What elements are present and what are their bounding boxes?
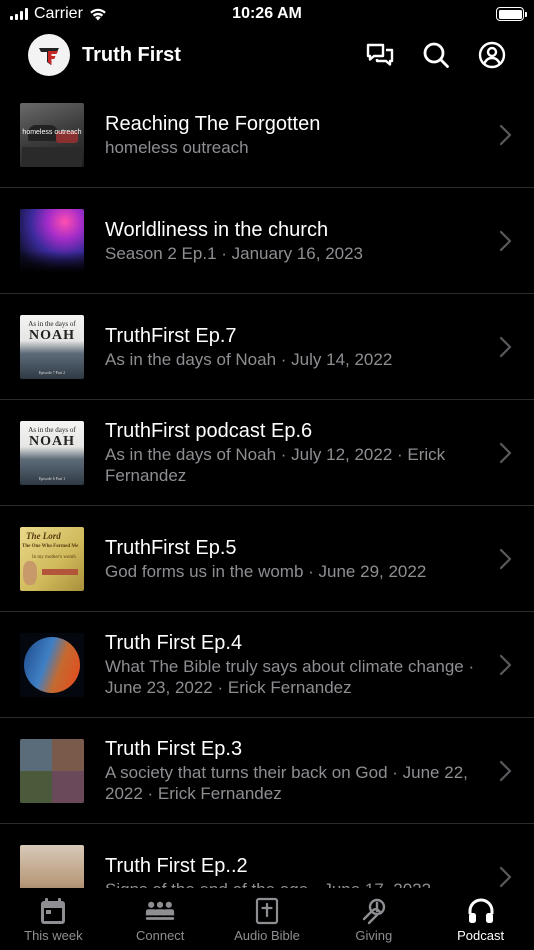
episode-subtitle: A society that turns their back on God ·…: [105, 763, 468, 803]
search-icon: [423, 42, 449, 68]
chevron-right-icon: [499, 124, 512, 145]
episode-thumbnail: homeless outreach: [20, 102, 84, 167]
episode-title: TruthFirst Ep.7: [105, 324, 237, 347]
tab-label: Podcast: [457, 928, 505, 943]
episode-row[interactable]: Truth First Ep..2 Signs of the end of th…: [0, 824, 534, 888]
episode-subtitle: Signs of the end of the age · June 17, 2…: [105, 879, 480, 889]
episode-title: Worldliness in the church: [105, 218, 329, 241]
people-icon: [146, 901, 175, 920]
app-logo[interactable]: [28, 34, 70, 76]
episode-subtitle: As in the days of Noah · July 12, 2022 ·…: [105, 445, 446, 485]
chat-button[interactable]: [366, 41, 394, 69]
status-bar: Carrier 10:26 AM: [0, 0, 534, 28]
episode-text: TruthFirst Ep.7 As in the days of Noah ·…: [105, 324, 480, 370]
battery-icon: [496, 7, 527, 21]
episode-thumbnail: [20, 632, 84, 697]
wifi-icon: [90, 8, 106, 21]
account-icon: [478, 41, 506, 69]
episode-title: Truth First Ep..2: [105, 854, 248, 877]
episode-subtitle: God forms us in the womb · June 29, 2022: [105, 561, 427, 581]
thumbnail-line: NOAH: [29, 433, 75, 449]
episode-row[interactable]: homeless outreach Reaching The Forgotten…: [0, 82, 534, 188]
episode-title: Reaching The Forgotten: [105, 112, 321, 135]
tab-label: Audio Bible: [234, 928, 300, 943]
episode-text: TruthFirst Ep.5 God forms us in the womb…: [105, 536, 480, 582]
episode-title: TruthFirst Ep.5: [105, 536, 237, 559]
tab-audio-bible[interactable]: Audio Bible: [214, 888, 321, 950]
carrier-label: Carrier: [34, 5, 83, 22]
bible-icon: [255, 897, 279, 925]
signal-icon: [10, 8, 28, 20]
tab-label: Connect: [135, 928, 185, 943]
episode-text: TruthFirst podcast Ep.6 As in the days o…: [105, 419, 480, 486]
thumbnail-line: Episode 6 Part 1: [38, 475, 66, 481]
thumbnail-line: In my mother's womb: [32, 554, 76, 560]
thumbnail-line: The Lord: [26, 530, 61, 541]
episode-title: Truth First Ep.3: [105, 738, 243, 760]
episode-text: Reaching The Forgotten homeless outreach: [105, 112, 480, 158]
search-button[interactable]: [422, 41, 450, 69]
chevron-right-icon: [499, 442, 512, 463]
episode-title: TruthFirst podcast Ep.6: [105, 420, 313, 442]
profile-button[interactable]: [478, 41, 506, 69]
headphones-icon: [468, 898, 494, 923]
episode-text: Worldliness in the church Season 2 Ep.1 …: [105, 218, 480, 264]
header-actions: [366, 41, 506, 69]
episode-row[interactable]: The Lord The One Who Formed Me In my mot…: [0, 506, 534, 612]
chevron-right-icon: [499, 654, 512, 675]
thumbnail-line: Episode 7 Part 2: [38, 369, 66, 375]
tab-label: Giving: [355, 928, 393, 943]
episode-text: Truth First Ep.4 What The Bible truly sa…: [105, 631, 480, 698]
episode-subtitle: Season 2 Ep.1 · January 16, 2023: [105, 243, 364, 263]
truth-first-logo-icon: [33, 39, 65, 71]
episode-row[interactable]: Truth First Ep.4 What The Bible truly sa…: [0, 612, 534, 718]
tab-this-week[interactable]: This week: [0, 888, 107, 950]
episode-row[interactable]: As in the days of NOAH Episode 6 Part 1 …: [0, 400, 534, 506]
episode-subtitle: As in the days of Noah · July 14, 2022: [105, 349, 393, 369]
app-header: Truth First: [0, 28, 534, 82]
chevron-right-icon: [499, 548, 512, 569]
episode-subtitle: homeless outreach: [105, 137, 249, 157]
episode-thumbnail: [20, 208, 84, 273]
status-left: Carrier: [10, 5, 107, 23]
app-title: Truth First: [82, 43, 181, 66]
thumbnail-line: The One Who Formed Me: [22, 543, 79, 549]
episode-text: Truth First Ep..2 Signs of the end of th…: [105, 854, 480, 889]
episode-row[interactable]: As in the days of NOAH Episode 7 Part 2 …: [0, 294, 534, 400]
chevron-right-icon: [499, 336, 512, 357]
episode-thumbnail: [20, 844, 84, 888]
tab-podcast[interactable]: Podcast: [427, 888, 534, 950]
thumbnail-line: As in the days of: [28, 319, 76, 328]
calendar-icon: [41, 898, 66, 924]
tab-label: This week: [24, 928, 83, 943]
thumbnail-caption: homeless outreach: [22, 128, 82, 136]
episode-thumbnail: As in the days of NOAH Episode 6 Part 1: [20, 420, 84, 485]
episode-list[interactable]: homeless outreach Reaching The Forgotten…: [0, 82, 534, 888]
thumbnail-line: As in the days of: [28, 425, 76, 434]
giving-icon: [362, 898, 385, 925]
episode-title: Truth First Ep.4: [105, 632, 243, 654]
episode-row[interactable]: Truth First Ep.3 A society that turns th…: [0, 718, 534, 824]
episode-row[interactable]: Worldliness in the church Season 2 Ep.1 …: [0, 188, 534, 294]
episode-text: Truth First Ep.3 A society that turns th…: [105, 737, 480, 804]
tab-giving[interactable]: Giving: [320, 888, 427, 950]
episode-thumbnail: The Lord The One Who Formed Me In my mot…: [20, 526, 84, 591]
episode-subtitle: What The Bible truly says about climate …: [105, 657, 475, 697]
tab-bar: This week Connect Audio Bible Giving Pod…: [0, 888, 534, 950]
chevron-right-icon: [499, 230, 512, 251]
thumbnail-line: NOAH: [29, 327, 75, 343]
episode-thumbnail: [20, 738, 84, 803]
chat-icon: [366, 43, 394, 66]
chevron-right-icon: [499, 866, 512, 887]
chevron-right-icon: [499, 760, 512, 781]
tab-connect[interactable]: Connect: [107, 888, 214, 950]
episode-thumbnail: As in the days of NOAH Episode 7 Part 2: [20, 314, 84, 379]
